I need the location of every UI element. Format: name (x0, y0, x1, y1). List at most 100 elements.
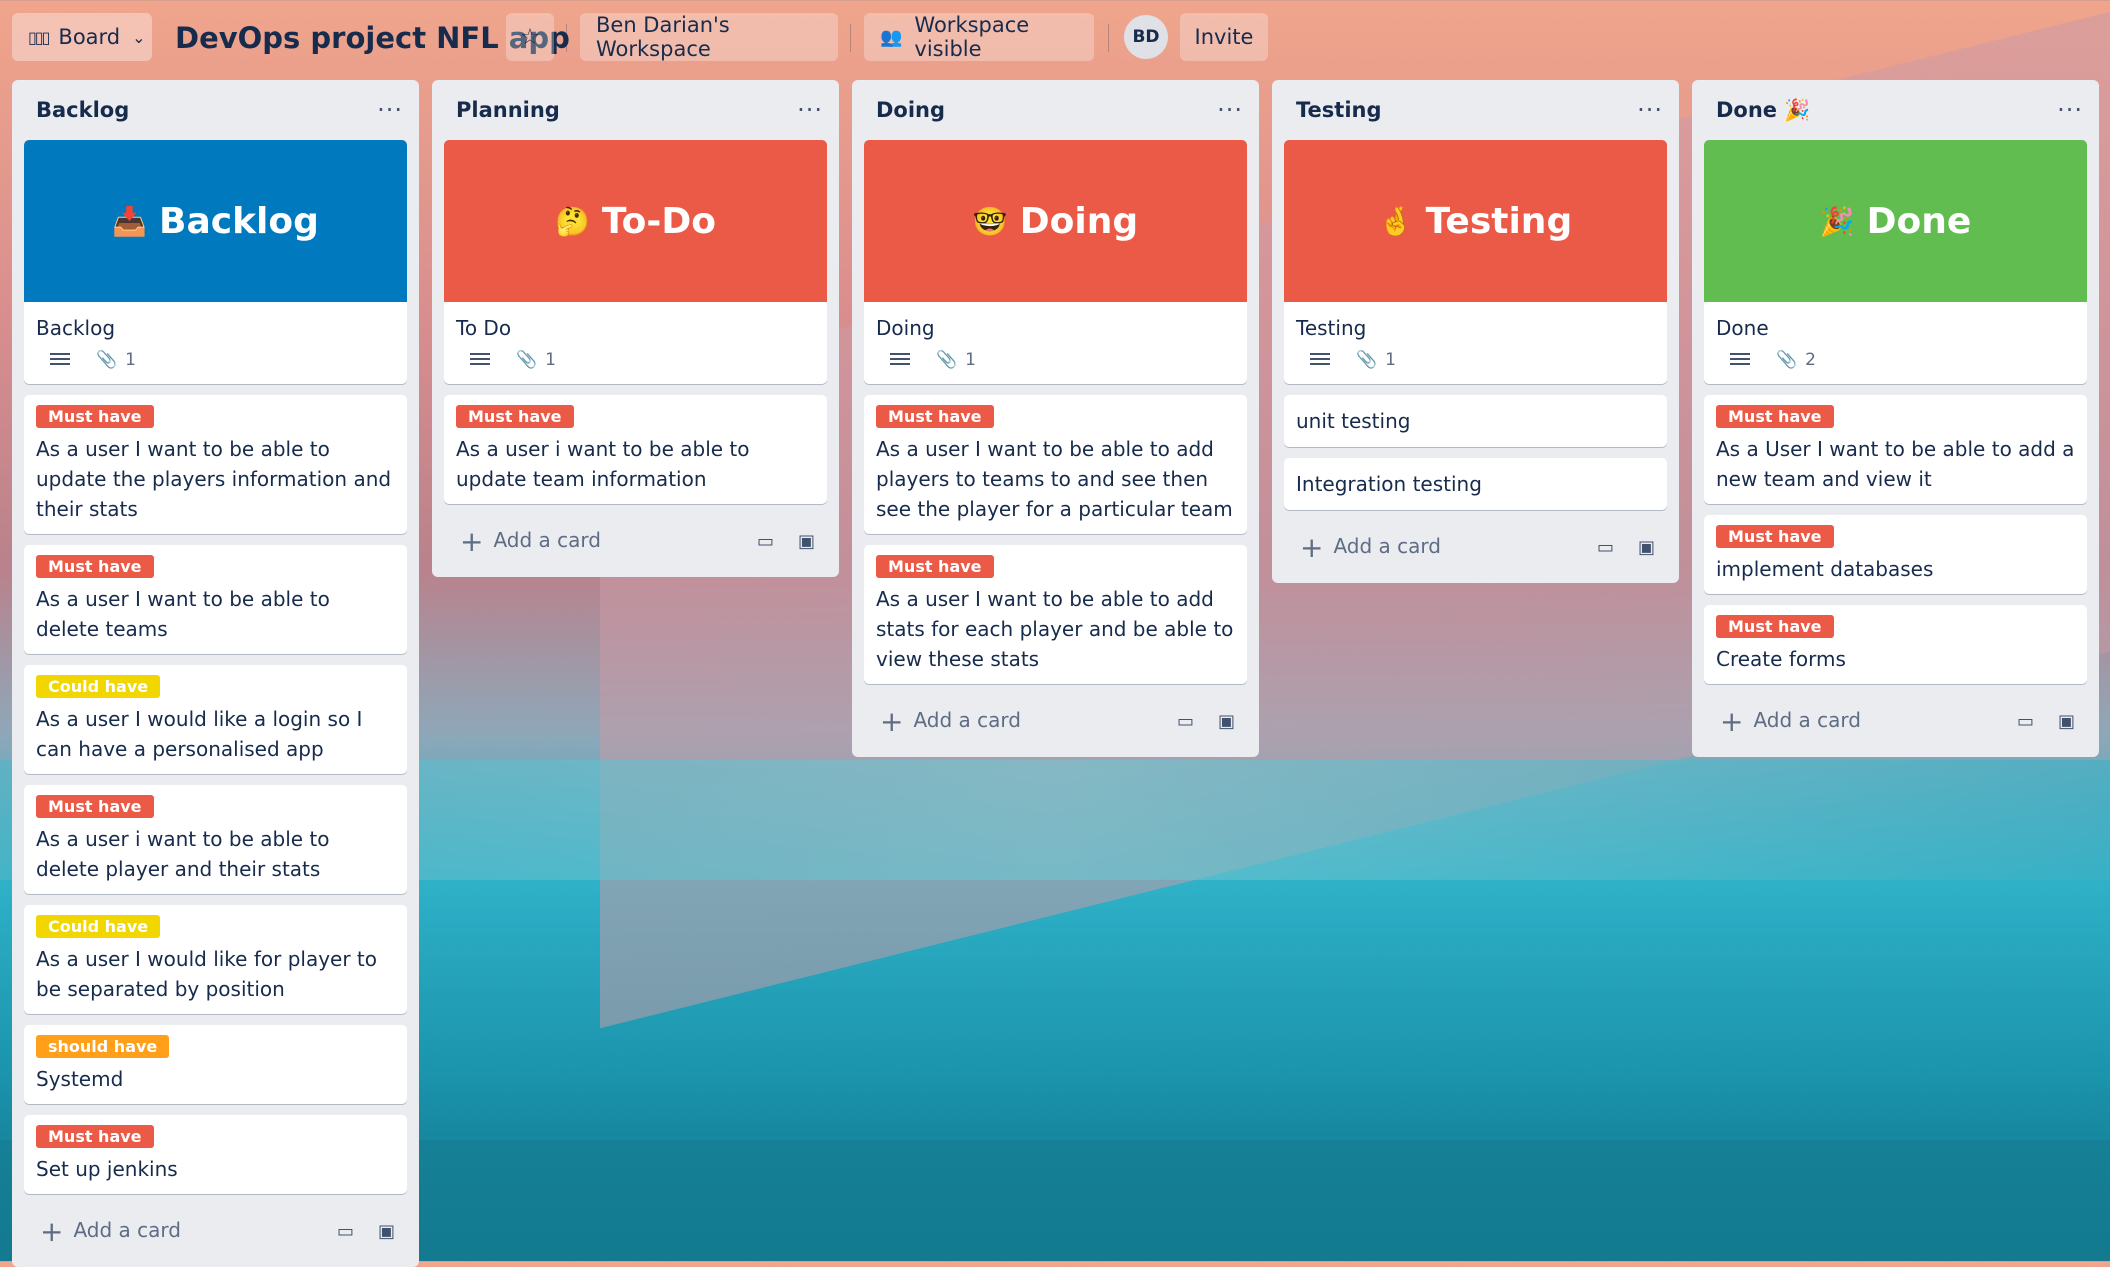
card-cover: 📥 Backlog (24, 140, 407, 302)
workspace-button[interactable]: Ben Darian's Workspace (580, 13, 838, 61)
add-card-button[interactable]: + Add a card (1300, 531, 1441, 564)
list-card[interactable]: Must have As a user i want to be able to… (24, 785, 407, 894)
list-title[interactable]: Planning (456, 98, 560, 122)
more-icon[interactable]: ··· (377, 98, 403, 122)
invite-label: Invite (1194, 25, 1254, 49)
card-title: To Do (456, 316, 512, 340)
list-card[interactable]: Must have As a user i want to be able to… (444, 395, 827, 504)
list-card[interactable]: should have Systemd (24, 1025, 407, 1104)
cover-card[interactable]: 🤔 To-Do To Do 📎 1 (444, 140, 827, 384)
description-icon (470, 353, 490, 367)
add-card-row: + Add a card ▭ ▣ (1704, 695, 2087, 747)
add-card-button[interactable]: + Add a card (880, 705, 1021, 738)
card-badges: 📎 1 (864, 346, 1247, 384)
cover-card[interactable]: 🤓 Doing Doing 📎 1 (864, 140, 1247, 384)
card-text: As a user I want to be able to add stats… (876, 587, 1234, 671)
star-button[interactable]: ☆ (506, 13, 554, 61)
description-icon (1730, 353, 1750, 367)
cover-card[interactable]: 🤞 Testing Testing 📎 1 (1284, 140, 1667, 384)
video-icon[interactable]: ▭ (1177, 711, 1194, 732)
card-cover: 🤓 Doing (864, 140, 1247, 302)
list-card[interactable]: Must have Create forms (1704, 605, 2087, 684)
list-card[interactable]: Integration testing (1284, 458, 1667, 510)
card-text: Integration testing (1296, 472, 1482, 496)
template-icon[interactable]: ▣ (1218, 711, 1235, 732)
card-title: Doing (876, 316, 935, 340)
list-card[interactable]: Must have implement databases (1704, 515, 2087, 594)
card-text: As a user I would like a login so I can … (36, 707, 363, 761)
list-doing: Doing ··· 🤓 Doing Doing 📎 1 Must have As… (852, 80, 1259, 757)
list-card[interactable]: Must have As a user I want to be able to… (24, 545, 407, 654)
card-text: As a User I want to be able to add a new… (1716, 437, 2075, 491)
label-must-have: Must have (876, 405, 994, 428)
add-card-button[interactable]: + Add a card (40, 1215, 181, 1248)
cover-text: Doing (1019, 200, 1139, 242)
list-card[interactable]: Must have As a User I want to be able to… (1704, 395, 2087, 504)
avatar[interactable]: BD (1124, 15, 1168, 59)
list-title[interactable]: Done 🎉 (1716, 98, 1811, 123)
list-title[interactable]: Doing (876, 98, 945, 122)
cover-card[interactable]: 📥 Backlog Backlog 📎 1 (24, 140, 407, 384)
add-card-row: + Add a card ▭ ▣ (1284, 521, 1667, 573)
visibility-label: Workspace visible (914, 13, 1030, 61)
more-icon[interactable]: ··· (797, 98, 823, 122)
add-card-button[interactable]: + Add a card (460, 525, 601, 558)
card-cover: 🤔 To-Do (444, 140, 827, 302)
video-icon[interactable]: ▭ (1597, 537, 1614, 558)
board-header: ▯▯▯ Board ⌄ DevOps project NFL app ☆ Ben… (0, 0, 2110, 76)
paperclip-icon: 📎 (1356, 350, 1378, 370)
list-card[interactable]: Could have As a user I would like a logi… (24, 665, 407, 774)
list-card[interactable]: Must have As a user I want to be able to… (24, 395, 407, 534)
template-icon[interactable]: ▣ (378, 1221, 395, 1242)
card-badges: 📎 1 (1284, 346, 1667, 384)
party-popper-icon: 🎉 (1819, 204, 1855, 238)
description-icon (50, 353, 70, 367)
more-icon[interactable]: ··· (1217, 98, 1243, 122)
video-icon[interactable]: ▭ (2017, 711, 2034, 732)
add-card-label: Add a card (1753, 707, 1861, 732)
label-must-have: Must have (36, 555, 154, 578)
invite-button[interactable]: Invite (1180, 13, 1268, 61)
label-must-have: Must have (456, 405, 574, 428)
video-icon[interactable]: ▭ (757, 531, 774, 552)
paperclip-icon: 📎 (96, 350, 118, 370)
add-card-row: + Add a card ▭ ▣ (444, 515, 827, 567)
nerd-face-icon: 🤓 (972, 204, 1008, 238)
template-icon[interactable]: ▣ (1638, 537, 1655, 558)
cover-card[interactable]: 🎉 Done Done 📎 2 (1704, 140, 2087, 384)
list-title[interactable]: Backlog (36, 98, 129, 122)
list-card[interactable]: Must have Set up jenkins (24, 1115, 407, 1194)
card-text: Set up jenkins (36, 1157, 178, 1181)
card-badges: 📎 1 (444, 346, 827, 384)
list-planning: Planning ··· 🤔 To-Do To Do 📎 1 Must have… (432, 80, 839, 577)
add-card-label: Add a card (1333, 533, 1441, 558)
chevron-down-icon: ⌄ (132, 27, 146, 47)
crossed-fingers-icon: 🤞 (1378, 204, 1414, 238)
plus-icon: + (40, 1214, 64, 1248)
template-icon[interactable]: ▣ (2058, 711, 2075, 732)
list-card[interactable]: unit testing (1284, 395, 1667, 447)
label-must-have: Must have (36, 1125, 154, 1148)
more-icon[interactable]: ··· (1637, 98, 1663, 122)
video-icon[interactable]: ▭ (337, 1221, 354, 1242)
template-icon[interactable]: ▣ (798, 531, 815, 552)
board-view-switcher[interactable]: ▯▯▯ Board ⌄ (12, 13, 152, 61)
list-title[interactable]: Testing (1296, 98, 1382, 122)
visibility-button[interactable]: 👥 Workspace visible (864, 13, 1094, 61)
more-icon[interactable]: ··· (2057, 98, 2083, 122)
cover-text: To-Do (601, 200, 716, 242)
cover-text: Done (1866, 200, 1972, 242)
label-could-have: Could have (36, 675, 161, 698)
inbox-icon: 📥 (112, 204, 147, 238)
paperclip-icon: 📎 (1776, 350, 1798, 370)
list-card[interactable]: Could have As a user I would like for pl… (24, 905, 407, 1014)
list-card[interactable]: Must have As a user I want to be able to… (864, 545, 1247, 684)
attachment-count: 2 (1805, 350, 1816, 370)
list-card[interactable]: Must have As a user I want to be able to… (864, 395, 1247, 534)
add-card-button[interactable]: + Add a card (1720, 705, 1861, 738)
card-cover: 🤞 Testing (1284, 140, 1667, 302)
divider (1108, 24, 1109, 52)
attachment-count: 1 (1385, 350, 1396, 370)
card-text: Create forms (1716, 647, 1846, 671)
card-text: As a user I would like for player to be … (36, 947, 377, 1001)
